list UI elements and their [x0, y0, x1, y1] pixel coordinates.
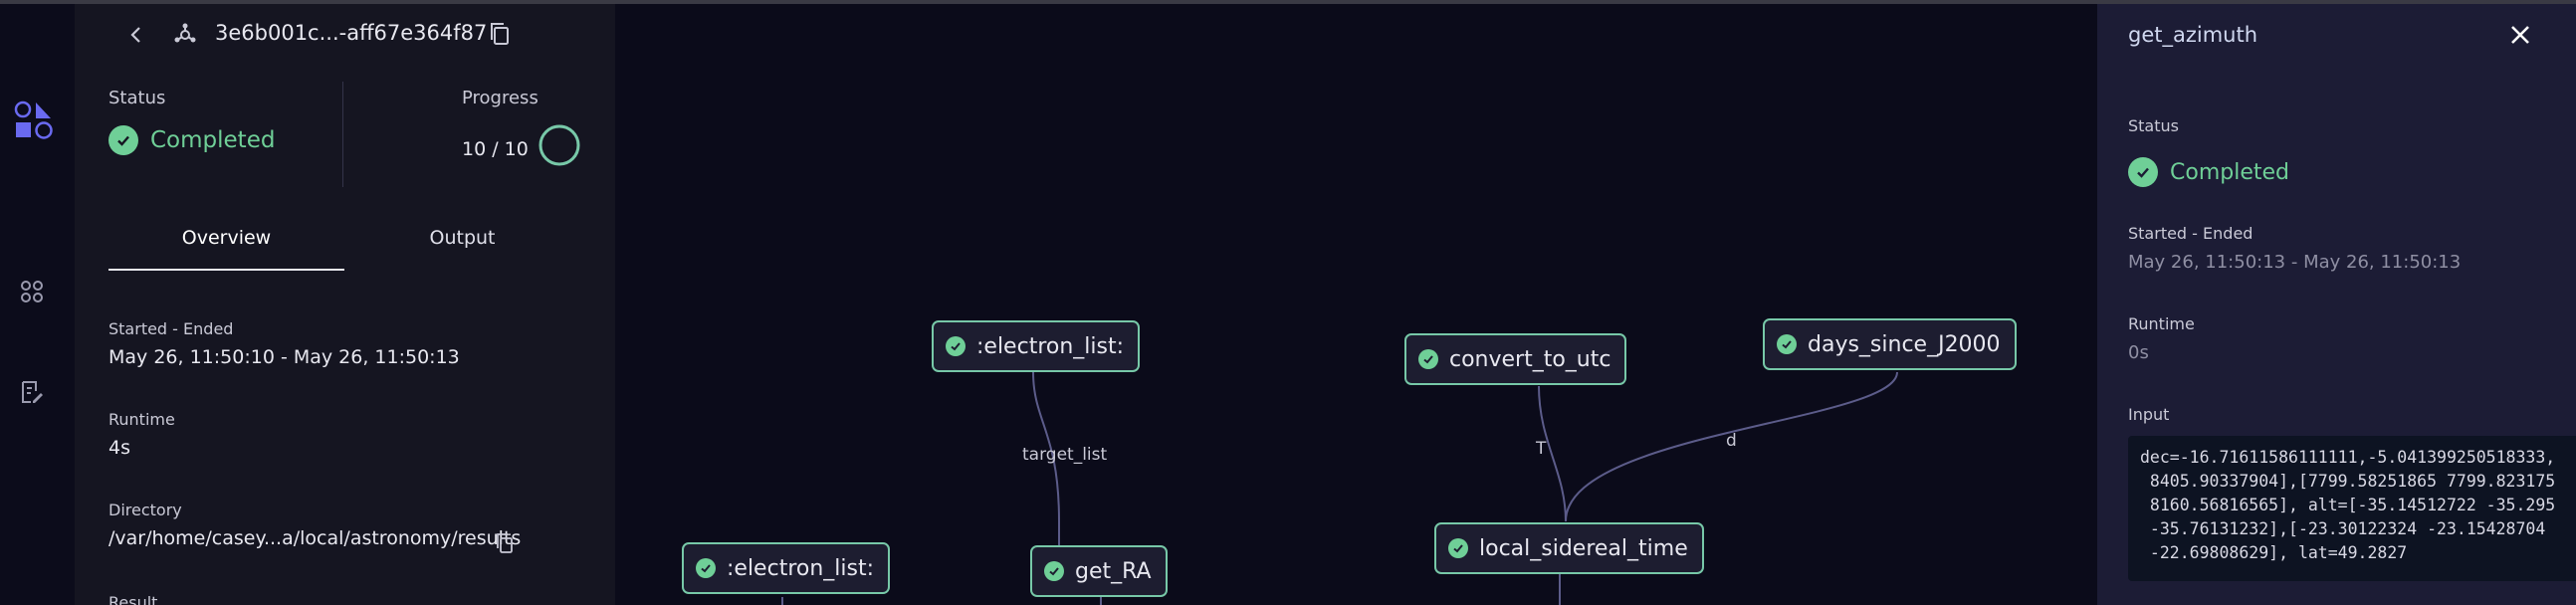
back-arrow-icon[interactable]	[121, 20, 151, 50]
node-detail-panel: get_azimuth Status Completed Started - E…	[2097, 4, 2576, 605]
check-circle-icon	[696, 558, 716, 578]
directory-value: /var/home/casey...a/local/astronomy/resu…	[108, 527, 522, 549]
graph-node-local-sidereal-time[interactable]: local_sidereal_time	[1434, 522, 1704, 574]
directory-label: Directory	[108, 501, 182, 519]
detail-runtime-label: Runtime	[2128, 314, 2195, 333]
started-ended-label: Started - Ended	[108, 319, 234, 338]
progress-ring-icon	[538, 124, 580, 166]
tab-output[interactable]: Output	[344, 227, 580, 249]
node-label: convert_to_utc	[1449, 346, 1611, 372]
detail-started-ended-label: Started - Ended	[2128, 224, 2254, 243]
input-line: -35.76131232],[-23.30122324 -23.15428704	[2140, 519, 2546, 538]
input-line: -22.69808629], lat=49.2827	[2140, 543, 2408, 562]
icon-rail	[0, 4, 75, 605]
check-circle-icon	[1418, 349, 1438, 369]
node-detail-title: get_azimuth	[2128, 23, 2258, 47]
started-ended-value: May 26, 11:50:10 - May 26, 11:50:13	[108, 346, 460, 368]
check-circle-icon	[946, 336, 966, 356]
node-label: :electron_list:	[976, 333, 1125, 359]
detail-status-badge: Completed	[2128, 157, 2289, 187]
close-icon[interactable]	[2505, 20, 2535, 50]
runtime-value: 4s	[108, 437, 130, 459]
detail-status-value: Completed	[2170, 159, 2289, 185]
runtime-label: Runtime	[108, 410, 175, 429]
graph-node-convert-to-utc[interactable]: convert_to_utc	[1404, 333, 1627, 385]
input-line: dec=-16.71611586111111,-5.04139925051833…	[2140, 448, 2556, 467]
input-line: 8405.90337904],[7799.58251865 7799.82317…	[2140, 472, 2556, 491]
node-label: get_RA	[1075, 558, 1152, 584]
detail-status-label: Status	[2128, 116, 2179, 135]
detail-started-ended-value: May 26, 11:50:13 - May 26, 11:50:13	[2128, 252, 2462, 273]
transport-graph[interactable]: :electron_list: convert_to_utc days_sinc…	[615, 4, 2097, 605]
graph-node-days-since-j2000[interactable]: days_since_J2000	[1763, 318, 2017, 370]
edge-label-d: d	[1726, 431, 1737, 451]
progress-value: 10 / 10	[462, 138, 529, 160]
tab-overview[interactable]: Overview	[108, 227, 344, 249]
lattice-icon[interactable]	[19, 279, 45, 304]
copy-directory-icon[interactable]	[493, 531, 517, 555]
progress-label: Progress	[462, 88, 538, 108]
dispatch-icon	[174, 23, 196, 43]
dispatch-sidebar: 3e6b001c...-aff67e364f87 Status Complete…	[75, 4, 615, 605]
node-label: :electron_list:	[727, 555, 875, 581]
covalent-logo-icon[interactable]	[14, 100, 56, 141]
graph-node-electron-list[interactable]: :electron_list:	[932, 320, 1141, 372]
copy-icon[interactable]	[486, 20, 514, 48]
notes-icon[interactable]	[19, 379, 45, 405]
tab-active-indicator	[108, 269, 344, 271]
result-label: Result	[108, 593, 158, 605]
edge-label-t: T	[1536, 439, 1547, 459]
graph-node-get-ra[interactable]: get_RA	[1030, 545, 1168, 597]
graph-edges	[781, 371, 1898, 605]
status-label: Status	[108, 88, 166, 108]
divider	[342, 82, 343, 187]
check-circle-icon	[1448, 538, 1468, 558]
node-label: local_sidereal_time	[1479, 535, 1688, 561]
graph-node-electron-list-2[interactable]: :electron_list:	[682, 542, 891, 594]
status-value: Completed	[150, 127, 276, 153]
check-circle-icon	[108, 125, 138, 155]
check-circle-icon	[2128, 157, 2158, 187]
edge-label-target-list: target_list	[1022, 445, 1108, 465]
detail-runtime-value: 0s	[2128, 342, 2149, 363]
node-label: days_since_J2000	[1808, 331, 2001, 357]
check-circle-icon	[1044, 561, 1064, 581]
detail-input-label: Input	[2128, 405, 2170, 424]
dispatch-id: 3e6b001c...-aff67e364f87	[215, 21, 488, 45]
input-line: 8160.56816565], alt=[-35.14512722 -35.29…	[2140, 496, 2556, 514]
input-code-block[interactable]: dec=-16.71611586111111,-5.04139925051833…	[2128, 436, 2576, 581]
check-circle-icon	[1777, 334, 1797, 354]
status-badge: Completed	[108, 125, 275, 155]
